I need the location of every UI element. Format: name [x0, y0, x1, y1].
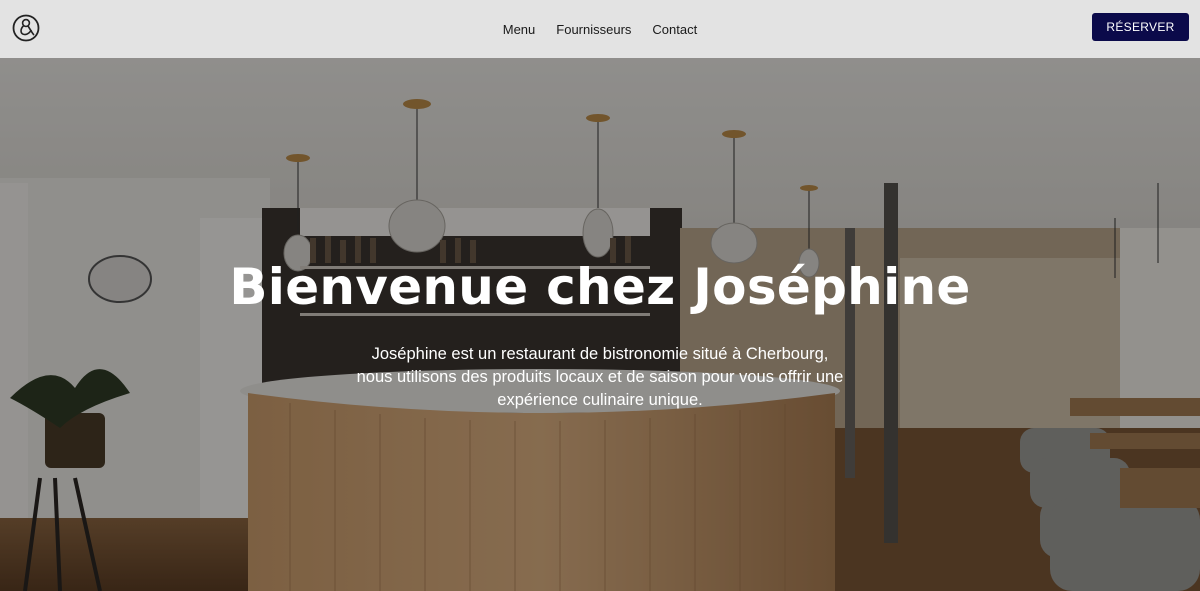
nav-link-fournisseurs[interactable]: Fournisseurs: [556, 22, 631, 37]
hero-description-line: Joséphine est un restaurant de bistronom…: [371, 345, 829, 363]
nav-link-menu[interactable]: Menu: [503, 22, 536, 37]
hero-title: Bienvenue chez Joséphine: [229, 258, 971, 316]
hero-section: Bienvenue chez Joséphine Joséphine est u…: [0, 58, 1200, 591]
reserve-button[interactable]: RÉSERVER: [1092, 13, 1189, 41]
main-nav: Menu Fournisseurs Contact: [0, 0, 1200, 58]
hero-overlay: [0, 58, 1200, 591]
navbar: Menu Fournisseurs Contact RÉSERVER: [0, 0, 1200, 58]
hero-description-line: expérience culinaire unique.: [497, 391, 703, 409]
hero-description-line: nous utilisons des produits locaux et de…: [356, 368, 844, 386]
nav-link-contact[interactable]: Contact: [652, 22, 697, 37]
hero-description: Joséphine est un restaurant de bistronom…: [300, 343, 900, 412]
